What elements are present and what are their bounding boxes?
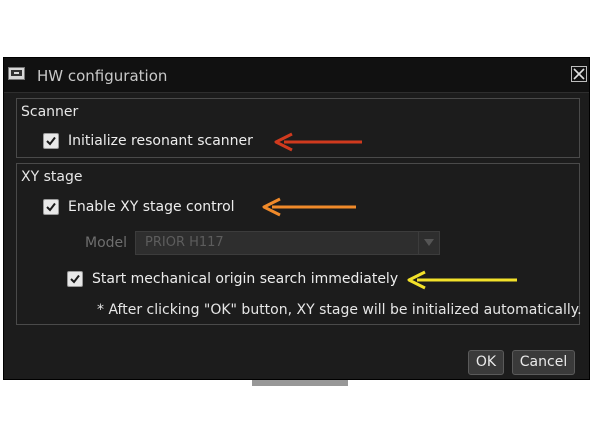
origin-search-checkbox[interactable] xyxy=(67,271,83,287)
close-icon xyxy=(573,68,585,80)
enable-xy-stage-label: Enable XY stage control xyxy=(68,199,235,215)
checkmark-icon xyxy=(46,136,56,146)
app-icon xyxy=(8,67,25,80)
origin-search-option[interactable]: Start mechanical origin search immediate… xyxy=(67,270,398,288)
enable-xy-stage-option[interactable]: Enable XY stage control xyxy=(43,198,235,216)
title-bar[interactable]: HW configuration xyxy=(4,58,589,93)
red-arrow-icon xyxy=(274,132,362,152)
origin-search-label: Start mechanical origin search immediate… xyxy=(92,271,399,287)
xy-stage-group: XY stage Enable XY stage control Model P… xyxy=(16,163,582,325)
checkmark-icon xyxy=(46,202,56,212)
initialization-note: * After clicking "OK" button, XY stage w… xyxy=(97,302,582,318)
checkmark-icon xyxy=(70,274,80,284)
initialize-resonant-scanner-checkbox[interactable] xyxy=(43,133,59,149)
chevron-down-icon xyxy=(424,239,434,246)
initialize-resonant-scanner-label: Initialize resonant scanner xyxy=(68,133,253,149)
initialize-resonant-scanner-option[interactable]: Initialize resonant scanner xyxy=(43,132,253,150)
model-select[interactable]: PRIOR H117 xyxy=(135,231,440,255)
model-label: Model xyxy=(85,235,128,251)
orange-arrow-icon xyxy=(262,197,356,217)
model-select-value: PRIOR H117 xyxy=(145,235,224,250)
ok-button[interactable]: OK xyxy=(468,350,504,375)
screenshot-page: HW configuration Scanner Initialize reso… xyxy=(0,0,592,444)
model-dropdown-button[interactable] xyxy=(418,232,439,254)
background-window-edge xyxy=(252,380,348,386)
xy-stage-group-title: XY stage xyxy=(21,169,83,185)
yellow-arrow-icon xyxy=(407,270,517,290)
close-button[interactable] xyxy=(571,66,587,82)
hw-configuration-dialog: HW configuration Scanner Initialize reso… xyxy=(3,57,590,380)
scanner-group-title: Scanner xyxy=(21,104,79,120)
window-title: HW configuration xyxy=(37,67,168,85)
cancel-button[interactable]: Cancel xyxy=(512,350,575,375)
enable-xy-stage-checkbox[interactable] xyxy=(43,199,59,215)
